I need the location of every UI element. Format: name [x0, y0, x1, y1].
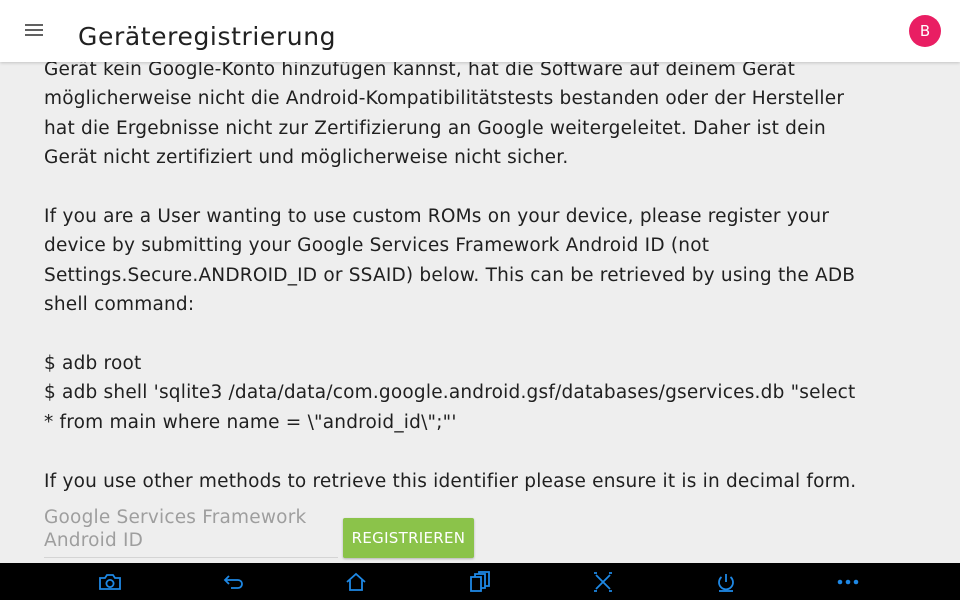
text-line: möglicherweise nicht die Android-Kompati…: [44, 88, 845, 110]
text-line: If you use other methods to retrieve thi…: [44, 470, 857, 492]
command-line: $ adb shell 'sqlite3 /data/data/com.goog…: [44, 382, 856, 404]
text-line: device by submitting your Google Service…: [44, 235, 710, 257]
text-line: Gerät nicht zertifiziert und möglicherwe…: [44, 147, 569, 169]
text-line: shell command:: [44, 294, 195, 316]
app-bar: Geräteregistrierung B: [0, 0, 960, 62]
system-nav-bar: [0, 563, 960, 600]
description-text: Gerät kein Google-Konto hinzufügen kanns…: [44, 62, 924, 496]
register-button[interactable]: REGISTRIEREN: [343, 518, 474, 558]
input-placeholder: Android ID: [44, 530, 144, 551]
menu-line: [25, 34, 43, 36]
command-line: $ adb root: [44, 353, 142, 375]
more-dots-icon[interactable]: [831, 568, 865, 596]
menu-line: [25, 29, 43, 31]
camera-icon[interactable]: [93, 568, 127, 596]
text-line: hat die Ergebnisse nicht zur Zertifizier…: [44, 117, 826, 139]
text-line: If you are a User wanting to use custom …: [44, 206, 830, 228]
gsf-android-id-input[interactable]: Google Services Framework Android ID: [44, 506, 338, 558]
home-icon[interactable]: [339, 568, 373, 596]
command-line: * from main where name = \"android_id\";…: [44, 411, 457, 433]
hamburger-menu-icon[interactable]: [22, 20, 48, 42]
main-content: Gerät kein Google-Konto hinzufügen kanns…: [0, 62, 960, 563]
close-x-icon[interactable]: [586, 568, 620, 596]
power-icon[interactable]: [709, 568, 743, 596]
text-line: Settings.Secure.ANDROID_ID or SSAID) bel…: [44, 264, 856, 286]
text-line: Gerät kein Google-Konto hinzufügen kanns…: [44, 62, 796, 80]
page-title: Geräteregistrierung: [78, 22, 337, 51]
recent-apps-icon[interactable]: [463, 568, 497, 596]
input-placeholder: Google Services Framework: [44, 507, 307, 528]
back-icon[interactable]: [217, 568, 251, 596]
avatar[interactable]: B: [909, 15, 941, 47]
menu-line: [25, 24, 43, 26]
